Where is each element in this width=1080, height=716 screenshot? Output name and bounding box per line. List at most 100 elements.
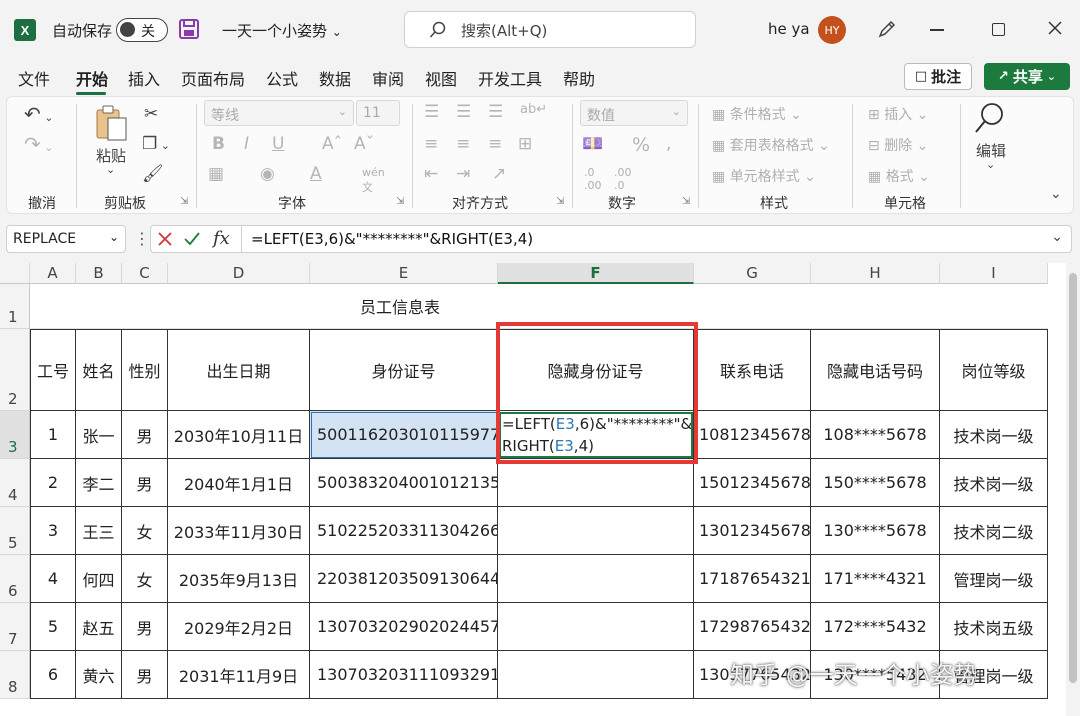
table-cell[interactable]: 130703202902024457	[310, 603, 498, 651]
table-cell[interactable]: 技术岗二级	[940, 507, 1048, 555]
dialog-launcher-icon[interactable]: ⇲	[396, 196, 404, 207]
cut-icon[interactable]: ✂	[144, 104, 158, 124]
table-cell[interactable]: 男	[122, 459, 168, 507]
tab-help[interactable]: 帮助	[563, 66, 595, 90]
table-cell[interactable]: 171****4321	[811, 555, 940, 603]
fill-color-icon[interactable]: ◉	[260, 164, 275, 184]
pen-icon[interactable]	[876, 18, 898, 44]
table-cell[interactable]: 女	[122, 507, 168, 555]
column-header-b[interactable]: B	[76, 263, 122, 284]
header-cell[interactable]: 岗位等级	[940, 329, 1048, 411]
formula-input[interactable]: =LEFT(E3,6)&"********"&RIGHT(E3,4)	[251, 230, 533, 248]
table-cell[interactable]	[498, 603, 694, 651]
tab-review[interactable]: 审阅	[372, 66, 404, 90]
paste-icon[interactable]	[94, 104, 130, 148]
table-cell[interactable]: 5	[30, 603, 76, 651]
table-cell[interactable]: 2040年1月1日	[168, 459, 310, 507]
table-cell[interactable]: 技术岗一级	[940, 459, 1048, 507]
redo-icon[interactable]: ↷ ⌄	[24, 132, 53, 156]
undo-icon[interactable]: ↶ ⌄	[24, 102, 53, 126]
table-cell[interactable]: 技术岗一级	[940, 411, 1048, 459]
tab-page-layout[interactable]: 页面布局	[181, 66, 245, 90]
table-cell[interactable]	[498, 555, 694, 603]
table-cell[interactable]: 4	[30, 555, 76, 603]
table-cell[interactable]: 2035年9月13日	[168, 555, 310, 603]
percent-icon[interactable]: %	[632, 134, 650, 156]
table-cell[interactable]	[498, 507, 694, 555]
expand-formula-icon[interactable]: ⌄	[1051, 229, 1063, 245]
header-cell[interactable]: 联系电话	[694, 329, 811, 411]
row-header-7[interactable]: 7	[0, 603, 30, 651]
minimize-button[interactable]	[930, 29, 944, 31]
table-cell[interactable]: 张一	[76, 411, 122, 459]
table-cell[interactable]: 6	[30, 651, 76, 699]
font-name-select[interactable]: 等线 ⌄	[204, 100, 354, 126]
table-cell[interactable]: 3	[30, 507, 76, 555]
table-cell[interactable]	[498, 651, 694, 699]
table-cell[interactable]: 管理岗一级	[940, 555, 1048, 603]
column-header-e[interactable]: E	[310, 263, 498, 284]
dialog-launcher-icon[interactable]: ⇲	[180, 196, 188, 207]
row-header-4[interactable]: 4	[0, 459, 30, 507]
format-cells-button[interactable]: ▦ 格式 ⌄	[868, 166, 930, 186]
decrease-font-icon[interactable]: Aˇ	[354, 134, 374, 154]
table-cell[interactable]: 2031年11月9日	[168, 651, 310, 699]
table-cell[interactable]: 男	[122, 411, 168, 459]
table-cell[interactable]: 1	[30, 411, 76, 459]
align-top-icon[interactable]: ☰	[424, 102, 439, 122]
close-button[interactable]	[1046, 19, 1064, 41]
formula-bar[interactable]: fx =LEFT(E3,6)&"********"&RIGHT(E3,4) ⌄	[150, 225, 1072, 253]
table-cell[interactable]: 130****5678	[811, 507, 940, 555]
table-cell[interactable]: 17298765432	[694, 603, 811, 651]
table-cell[interactable]: 130703203111093291	[310, 651, 498, 699]
table-cell[interactable]: 220381203509130644	[310, 555, 498, 603]
table-cell[interactable]: 500116203010115977	[310, 411, 498, 459]
column-header-d[interactable]: D	[168, 263, 310, 284]
row-header-1[interactable]: 1	[0, 284, 30, 329]
column-header-f[interactable]: F	[498, 263, 694, 284]
table-cell[interactable]: 15012345678	[694, 459, 811, 507]
font-color-icon[interactable]: A	[310, 164, 322, 184]
table-cell[interactable]: 女	[122, 555, 168, 603]
document-title[interactable]: 一天一个小姿势 ⌄	[222, 20, 342, 41]
scroll-thumb[interactable]	[1069, 273, 1077, 683]
column-header-g[interactable]: G	[694, 263, 811, 284]
select-all-corner[interactable]	[0, 263, 30, 284]
table-cell[interactable]: 王三	[76, 507, 122, 555]
cancel-icon[interactable]	[157, 231, 173, 247]
delete-cells-button[interactable]: ⊟ 删除 ⌄	[868, 135, 928, 155]
align-right-icon[interactable]: ≡	[488, 134, 502, 154]
table-cell[interactable]: 13012345678	[694, 507, 811, 555]
increase-decimal-icon[interactable]: .0.00	[584, 166, 602, 192]
insert-function-icon[interactable]: fx	[213, 228, 230, 249]
decrease-indent-icon[interactable]: ⇤	[424, 164, 438, 184]
table-cell[interactable]: 黄六	[76, 651, 122, 699]
table-cell[interactable]: 技术岗五级	[940, 603, 1048, 651]
table-cell[interactable]: 何四	[76, 555, 122, 603]
row-header-6[interactable]: 6	[0, 555, 30, 603]
row-header-3[interactable]: 3	[0, 411, 30, 459]
align-center-icon[interactable]: ≡	[456, 134, 470, 154]
orientation-icon[interactable]: ↗	[492, 164, 506, 184]
editing-cell-f3[interactable]: =LEFT(E3,6)&"********"& RIGHT(E3,4)	[499, 412, 693, 458]
tab-data[interactable]: 数据	[319, 66, 351, 90]
chevron-down-icon[interactable]: ⌄	[106, 163, 115, 176]
more-options-icon[interactable]: ⋮	[134, 229, 150, 248]
table-cell[interactable]: 李二	[76, 459, 122, 507]
comment-button[interactable]: □ 批注	[904, 63, 972, 90]
header-cell[interactable]: 隐藏身份证号	[498, 329, 694, 411]
italic-icon[interactable]: I	[244, 134, 249, 154]
table-format-button[interactable]: ▦ 套用表格格式 ⌄	[712, 135, 830, 155]
conditional-format-button[interactable]: ▦ 条件格式 ⌄	[712, 104, 802, 124]
table-cell[interactable]: 男	[122, 603, 168, 651]
decrease-decimal-icon[interactable]: .00.0	[614, 166, 632, 192]
align-middle-icon[interactable]: ☰	[456, 102, 471, 122]
header-cell[interactable]: 身份证号	[310, 329, 498, 411]
column-header-c[interactable]: C	[122, 263, 168, 284]
table-cell[interactable]: 510225203311304266	[310, 507, 498, 555]
phonetic-icon[interactable]: wén 文	[362, 166, 385, 195]
dialog-launcher-icon[interactable]: ⇲	[556, 196, 564, 207]
chevron-down-icon[interactable]: ⌄	[986, 158, 995, 171]
name-box[interactable]: REPLACE ⌄	[6, 225, 126, 253]
insert-cells-button[interactable]: ⊞ 插入 ⌄	[868, 104, 928, 124]
